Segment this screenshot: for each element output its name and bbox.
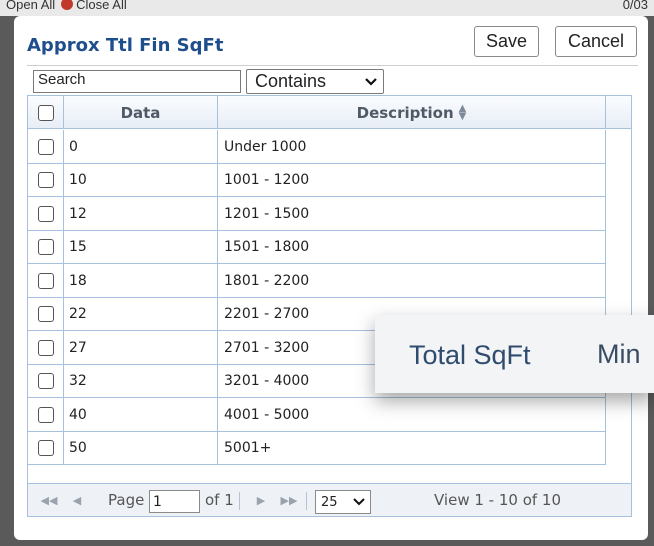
- grid-pager: ◀◀ ◀ Page 1 of 1 ▶ ▶▶ 25 View 1 - 10 of …: [28, 483, 631, 516]
- title-divider: [27, 65, 638, 66]
- select-all-cell: [28, 96, 64, 129]
- row-checkbox-cell: [28, 130, 64, 163]
- row-checkbox[interactable]: [37, 138, 54, 155]
- header-scroll-pad: [606, 96, 631, 129]
- row-checkbox[interactable]: [37, 172, 54, 188]
- table-row[interactable]: 0 Under 1000: [28, 130, 606, 164]
- search-input[interactable]: Search: [33, 70, 241, 93]
- row-checkbox-cell: [28, 398, 64, 431]
- last-page-icon[interactable]: ▶▶: [278, 489, 300, 511]
- open-all-link[interactable]: Open All: [6, 0, 55, 12]
- table-row[interactable]: 10 1001 - 1200: [28, 163, 606, 197]
- pager-divider: [306, 492, 307, 510]
- next-page-icon[interactable]: ▶: [250, 489, 272, 511]
- row-checkbox[interactable]: [37, 339, 54, 356]
- row-data: 15: [64, 230, 218, 264]
- grid-rows: 0 Under 1000 10 1001 - 1200 12 1201 - 1500 …: [28, 130, 606, 465]
- hover-card-title: Total SqFt: [409, 340, 531, 370]
- select-all-checkbox[interactable]: [37, 104, 54, 121]
- search-mode-select[interactable]: Contains: [246, 69, 384, 94]
- dialog-title: Approx Ttl Fin SqFt: [27, 35, 224, 56]
- row-checkbox-cell: [28, 364, 64, 398]
- row-data: 12: [64, 197, 218, 230]
- table-row[interactable]: 12 1201 - 1500: [28, 197, 606, 231]
- page-label: Page: [108, 491, 145, 509]
- background-toolbar-text: Open All Close All: [6, 0, 127, 12]
- background-counter: 0/03: [622, 0, 648, 12]
- row-description: 1201 - 1500: [218, 197, 606, 230]
- pager-divider: [239, 492, 240, 510]
- rows-per-page-select[interactable]: 25: [315, 490, 371, 514]
- row-description: 1801 - 2200: [218, 264, 606, 297]
- close-all-link[interactable]: Close All: [76, 0, 127, 12]
- row-data: 40: [64, 398, 218, 431]
- page-number-input[interactable]: 1: [149, 490, 200, 513]
- page-count-label: of 1: [205, 491, 234, 509]
- background-toolbar: Open All Close All 0/03: [0, 0, 654, 16]
- row-description: Under 1000: [218, 130, 606, 163]
- row-checkbox[interactable]: [37, 373, 54, 389]
- row-data: 10: [64, 163, 218, 197]
- row-checkbox[interactable]: [37, 239, 54, 255]
- row-description: 4001 - 5000: [218, 398, 606, 431]
- chevron-down-icon: [359, 74, 383, 90]
- row-checkbox[interactable]: [37, 272, 54, 289]
- table-row[interactable]: 15 1501 - 1800: [28, 230, 606, 264]
- row-checkbox[interactable]: [37, 306, 54, 322]
- row-data: 18: [64, 264, 218, 297]
- save-button[interactable]: Save: [474, 26, 539, 57]
- row-checkbox-cell: [28, 431, 64, 465]
- row-checkbox[interactable]: [37, 205, 54, 222]
- row-checkbox-cell: [28, 197, 64, 230]
- search-mode-value: Contains: [255, 71, 327, 91]
- prev-page-icon[interactable]: ◀: [66, 489, 88, 511]
- close-all-icon: [61, 0, 74, 10]
- column-header-data[interactable]: Data: [64, 96, 218, 129]
- records-summary: View 1 - 10 of 10: [434, 491, 562, 509]
- row-checkbox[interactable]: [37, 440, 54, 456]
- lookup-dialog: Approx Ttl Fin SqFt Save Cancel Search C…: [14, 16, 648, 540]
- row-data: 0: [64, 130, 218, 163]
- first-page-icon[interactable]: ◀◀: [38, 489, 60, 511]
- row-checkbox-cell: [28, 230, 64, 264]
- lookup-grid: Data Description ▲ ▼ 0 Under 1000 10 1001 -…: [27, 95, 632, 517]
- table-row[interactable]: 40 4001 - 5000: [28, 398, 606, 432]
- row-description: 1001 - 1200: [218, 163, 606, 197]
- row-description: 1501 - 1800: [218, 230, 606, 264]
- row-data: 32: [64, 364, 218, 398]
- row-checkbox-cell: [28, 163, 64, 197]
- row-description: 5001+: [218, 431, 606, 465]
- rows-per-page-value: 25: [321, 494, 338, 510]
- grid-header: Data Description ▲ ▼: [28, 96, 631, 129]
- chevron-down-icon: [353, 495, 365, 510]
- row-checkbox-cell: [28, 297, 64, 331]
- row-checkbox-cell: [28, 264, 64, 297]
- column-header-description[interactable]: Description ▲ ▼: [218, 96, 606, 129]
- row-data: 27: [64, 331, 218, 364]
- row-data: 22: [64, 297, 218, 331]
- row-checkbox[interactable]: [37, 406, 54, 423]
- column-header-description-label: Description: [356, 103, 454, 122]
- table-row[interactable]: 18 1801 - 2200: [28, 264, 606, 298]
- row-checkbox-cell: [28, 331, 64, 364]
- row-data: 50: [64, 431, 218, 465]
- sort-icon: ▲ ▼: [458, 102, 467, 122]
- table-row[interactable]: 50 5001+: [28, 431, 606, 465]
- floating-hover-card: Total SqFt Min: [375, 315, 654, 393]
- hover-card-min-label: Min: [597, 339, 641, 369]
- cancel-button[interactable]: Cancel: [555, 26, 637, 57]
